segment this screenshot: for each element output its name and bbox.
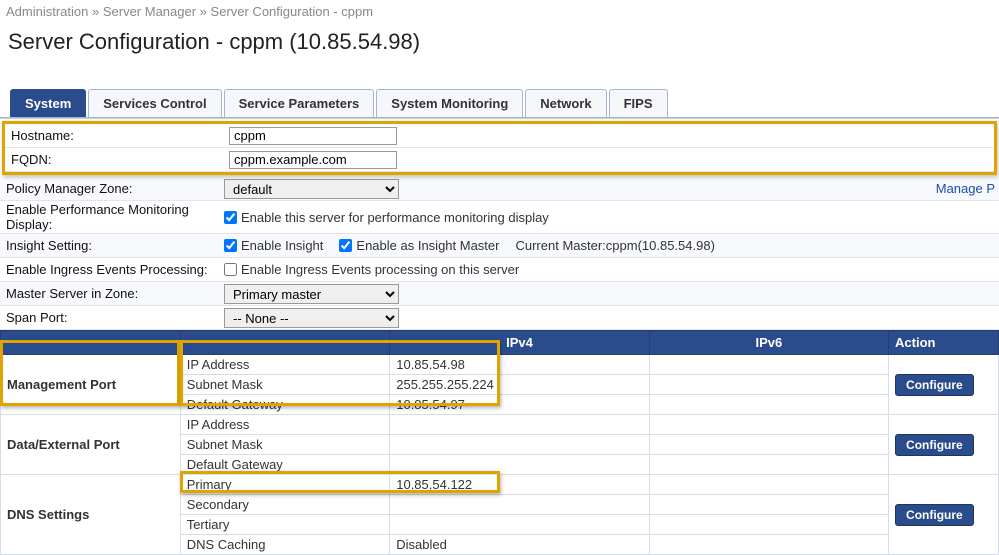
dns-pri-v4: 10.85.54.122 xyxy=(390,475,649,495)
pmzone-label: Policy Manager Zone: xyxy=(4,181,224,196)
dns-pri-v6 xyxy=(649,475,888,495)
insight-master-label: Enable as Insight Master xyxy=(356,238,499,253)
dns-cache-v6 xyxy=(649,535,888,555)
ext-ip-v6 xyxy=(649,415,888,435)
hostname-label: Hostname: xyxy=(9,128,229,143)
form-area: Hostname: FQDN: Policy Manager Zone: def… xyxy=(0,118,999,555)
ext-port-label: Data/External Port xyxy=(1,415,181,475)
ingress-checkbox[interactable] xyxy=(224,263,237,276)
breadcrumb-a[interactable]: Administration xyxy=(6,4,88,19)
tabs: System Services Control Service Paramete… xyxy=(0,89,999,118)
span-label: Span Port: xyxy=(4,310,224,325)
tab-system-monitoring[interactable]: System Monitoring xyxy=(376,89,523,117)
dns-ter-v4 xyxy=(390,515,649,535)
insight-master-checkbox[interactable] xyxy=(339,239,352,252)
hostname-input[interactable] xyxy=(229,127,397,145)
th-ipv4: IPv4 xyxy=(390,331,649,355)
ext-sm-v6 xyxy=(649,435,888,455)
mgmt-ip-v6 xyxy=(649,355,888,375)
ext-gw-label: Default Gateway xyxy=(180,455,390,475)
mgmt-gw-v6 xyxy=(649,395,888,415)
pmzone-select[interactable]: default xyxy=(224,179,399,199)
ports-table: IPv4 IPv6 Action Management Port IP Addr… xyxy=(0,330,999,555)
dns-sec-v4 xyxy=(390,495,649,515)
insight-label: Insight Setting: xyxy=(4,238,224,253)
tab-system[interactable]: System xyxy=(10,89,86,117)
dns-ter-label: Tertiary xyxy=(180,515,390,535)
tab-service-parameters[interactable]: Service Parameters xyxy=(224,89,375,117)
master-label: Master Server in Zone: xyxy=(4,286,224,301)
current-master-label: Current Master:cppm(10.85.54.98) xyxy=(515,238,714,253)
dns-cache-label: DNS Caching xyxy=(180,535,390,555)
breadcrumb: Administration » Server Manager » Server… xyxy=(0,0,999,23)
mgmt-sm-v4: 255.255.255.224 xyxy=(390,375,649,395)
mgmt-sm-label: Subnet Mask xyxy=(180,375,390,395)
ingress-checkbox-label: Enable Ingress Events processing on this… xyxy=(241,262,519,277)
ext-ip-v4 xyxy=(390,415,649,435)
dns-label: DNS Settings xyxy=(1,475,181,555)
mgmt-ip-label: IP Address xyxy=(180,355,390,375)
fqdn-input[interactable] xyxy=(229,151,397,169)
dns-cache-v4: Disabled xyxy=(390,535,649,555)
dns-ter-v6 xyxy=(649,515,888,535)
ingress-label: Enable Ingress Events Processing: xyxy=(4,262,224,277)
mgmt-gw-label: Default Gateway xyxy=(180,395,390,415)
dns-pri-label: Primary xyxy=(180,475,390,495)
tab-services-control[interactable]: Services Control xyxy=(88,89,221,117)
page-title: Server Configuration - cppm (10.85.54.98… xyxy=(0,23,999,75)
span-select[interactable]: -- None -- xyxy=(224,308,399,328)
perf-checkbox-label: Enable this server for performance monit… xyxy=(241,210,549,225)
mgmt-port-label: Management Port xyxy=(1,355,181,415)
mgmt-sm-v6 xyxy=(649,375,888,395)
th-blank2 xyxy=(180,331,390,355)
mgmt-configure-button[interactable]: Configure xyxy=(895,374,974,396)
dns-configure-button[interactable]: Configure xyxy=(895,504,974,526)
tab-fips[interactable]: FIPS xyxy=(609,89,668,117)
th-action: Action xyxy=(889,331,999,355)
breadcrumb-b[interactable]: Server Manager xyxy=(103,4,196,19)
dns-sec-label: Secondary xyxy=(180,495,390,515)
breadcrumb-c: Server Configuration - cppm xyxy=(211,4,374,19)
ext-sm-v4 xyxy=(390,435,649,455)
mgmt-gw-v4: 10.85.54.97 xyxy=(390,395,649,415)
dns-sec-v6 xyxy=(649,495,888,515)
tab-network[interactable]: Network xyxy=(525,89,606,117)
ext-gw-v6 xyxy=(649,455,888,475)
ext-configure-button[interactable]: Configure xyxy=(895,434,974,456)
perf-checkbox[interactable] xyxy=(224,211,237,224)
ext-sm-label: Subnet Mask xyxy=(180,435,390,455)
fqdn-label: FQDN: xyxy=(9,152,229,167)
ext-ip-label: IP Address xyxy=(180,415,390,435)
th-ipv6: IPv6 xyxy=(649,331,888,355)
ext-gw-v4 xyxy=(390,455,649,475)
manage-zones-link[interactable]: Manage P xyxy=(936,181,999,196)
enable-insight-label: Enable Insight xyxy=(241,238,323,253)
perf-label: Enable Performance Monitoring Display: xyxy=(4,202,224,232)
master-select[interactable]: Primary master xyxy=(224,284,399,304)
th-blank1 xyxy=(1,331,181,355)
mgmt-ip-v4: 10.85.54.98 xyxy=(390,355,649,375)
enable-insight-checkbox[interactable] xyxy=(224,239,237,252)
